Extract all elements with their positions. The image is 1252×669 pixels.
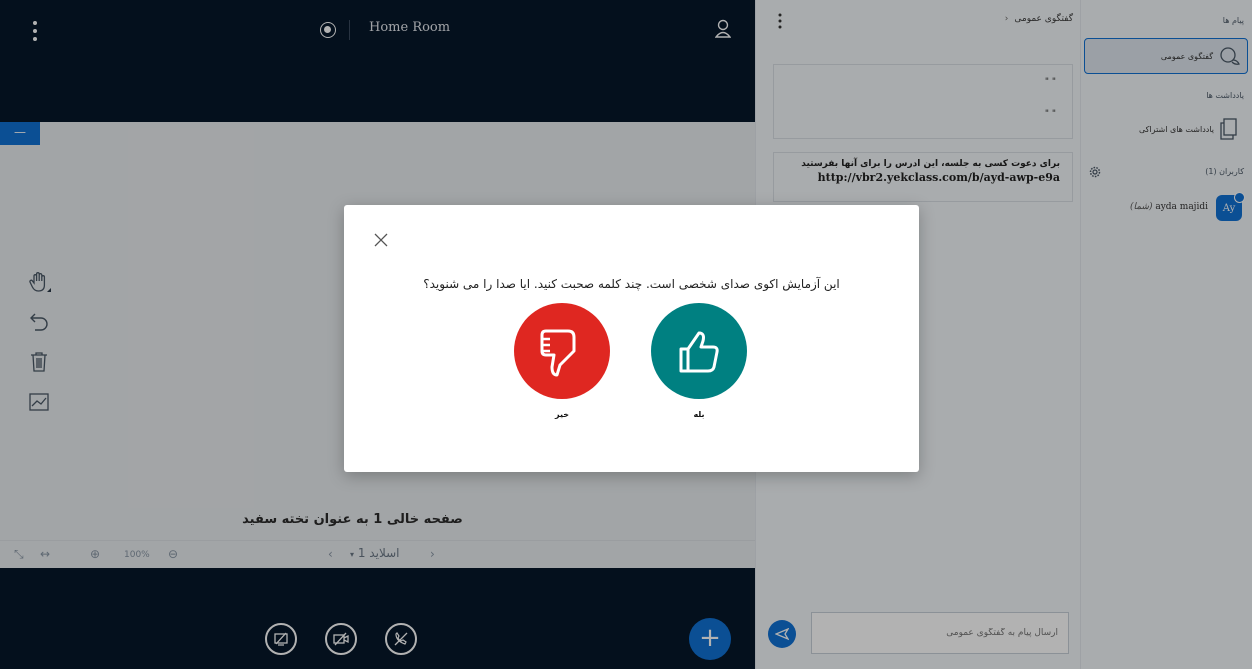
- echo-no-label: خیر: [554, 410, 569, 419]
- thumbs-down-icon: [540, 329, 576, 377]
- echo-no-button[interactable]: [514, 303, 610, 399]
- echo-test-question: این آزمایش اکوی صدای شخصی است. چند کلمه …: [423, 277, 840, 291]
- echo-yes-button[interactable]: [651, 303, 747, 399]
- echo-yes-label: بله: [693, 410, 705, 419]
- close-icon[interactable]: [374, 233, 388, 247]
- echo-test-modal: این آزمایش اکوی صدای شخصی است. چند کلمه …: [344, 205, 919, 472]
- thumbs-up-icon: [679, 331, 719, 373]
